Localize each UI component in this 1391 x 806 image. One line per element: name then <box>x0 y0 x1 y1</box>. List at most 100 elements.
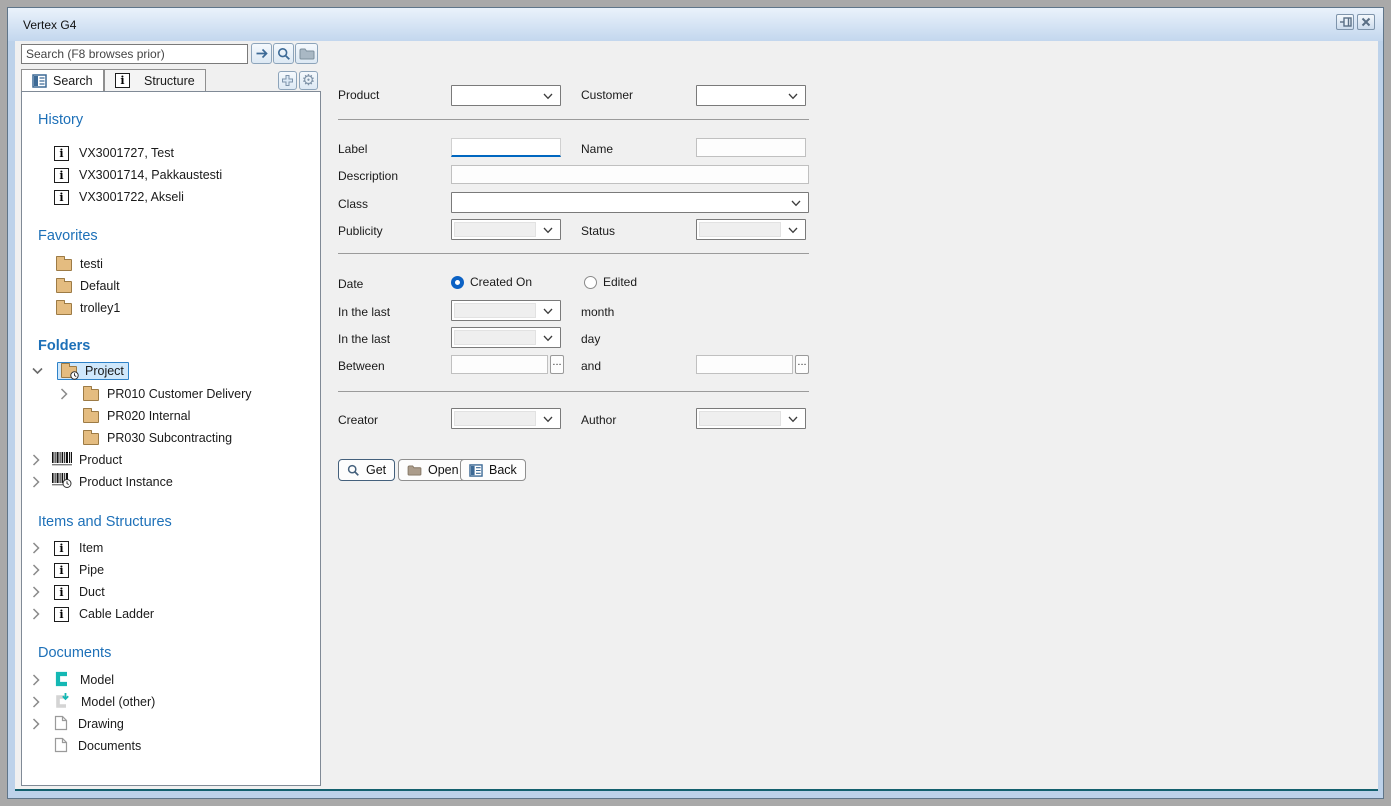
chevron-right-icon[interactable] <box>32 564 40 576</box>
tab-structure[interactable]: i Structure <box>104 69 206 92</box>
chevron-right-icon[interactable] <box>60 388 68 400</box>
folder-icon <box>56 303 72 315</box>
info-icon: i <box>54 190 69 205</box>
info-icon: i <box>54 585 69 600</box>
tree-item-duct[interactable]: iDuct <box>32 582 105 602</box>
chevron-right-icon[interactable] <box>32 718 40 730</box>
tree-item-drawing[interactable]: Drawing <box>32 714 124 734</box>
search-button[interactable] <box>273 43 294 64</box>
history-item[interactable]: iVX3001722, Akseli <box>54 187 184 207</box>
created-on-radio[interactable] <box>451 276 464 289</box>
pin-icon <box>1339 16 1352 28</box>
and-label: and <box>581 359 601 373</box>
month-label: month <box>581 305 614 319</box>
tree-item-pr030[interactable]: PR030 Subcontracting <box>83 428 232 448</box>
created-on-label: Created On <box>470 275 532 289</box>
combo-chevron-icon <box>543 308 553 315</box>
selected-item-highlight: Project <box>57 362 129 380</box>
label-input[interactable] <box>451 138 561 157</box>
class-label: Class <box>338 197 368 211</box>
separator <box>338 119 809 120</box>
info-icon: i <box>54 146 69 161</box>
author-combo[interactable] <box>696 408 806 429</box>
combo-field <box>454 222 536 237</box>
class-combo[interactable] <box>451 192 809 213</box>
section-header-documents: Documents <box>38 645 111 661</box>
favorite-item[interactable]: trolley1 <box>56 298 120 318</box>
model-other-icon <box>54 692 71 712</box>
chevron-right-icon[interactable] <box>32 586 40 598</box>
settings-button[interactable]: ⚙ <box>299 71 318 90</box>
description-input[interactable] <box>451 165 809 184</box>
vertex-window: Vertex G4 Search i Structure <box>7 7 1384 799</box>
tree-item-pr010[interactable]: PR010 Customer Delivery <box>60 384 252 404</box>
history-item[interactable]: iVX3001714, Pakkaustesti <box>54 165 222 185</box>
name-input[interactable] <box>696 138 806 157</box>
pin-button[interactable] <box>1336 14 1354 30</box>
name-label: Name <box>581 142 613 156</box>
between-from-input[interactable] <box>451 355 548 374</box>
chevron-right-icon[interactable] <box>32 696 40 708</box>
tree-item-model-other[interactable]: Model (other) <box>32 692 155 712</box>
favorite-item[interactable]: Default <box>56 276 120 296</box>
titlebar[interactable]: Vertex G4 <box>8 8 1383 41</box>
chevron-right-icon[interactable] <box>32 476 40 488</box>
info-icon: i <box>54 541 69 556</box>
tab-search[interactable]: Search <box>21 69 104 92</box>
combo-chevron-icon <box>543 416 553 423</box>
close-button[interactable] <box>1357 14 1375 30</box>
publicity-combo[interactable] <box>451 219 561 240</box>
chevron-down-icon[interactable] <box>32 367 43 375</box>
combo-chevron-icon <box>543 227 553 234</box>
tree-item-product-instance[interactable]: Product Instance <box>32 472 173 492</box>
barcode-clock-icon <box>52 473 72 491</box>
between-to-input[interactable] <box>696 355 793 374</box>
favorite-item[interactable]: testi <box>56 254 103 274</box>
between-label: Between <box>338 359 385 373</box>
back-button-label: Back <box>489 463 517 477</box>
status-label: Status <box>581 224 615 238</box>
search-icon <box>277 47 291 61</box>
folder-icon <box>407 465 422 476</box>
label-label: Label <box>338 142 367 156</box>
chevron-right-icon[interactable] <box>32 608 40 620</box>
open-folder-button[interactable] <box>295 43 318 64</box>
tree-item-item[interactable]: iItem <box>32 538 103 558</box>
between-to-picker-button[interactable]: ... <box>795 355 809 374</box>
get-button[interactable]: Get <box>338 459 395 481</box>
chevron-right-icon[interactable] <box>32 542 40 554</box>
edited-radio[interactable] <box>584 276 597 289</box>
tree-item-project[interactable]: Project <box>32 361 129 381</box>
add-tab-button[interactable] <box>278 71 297 90</box>
chevron-right-icon[interactable] <box>32 674 40 686</box>
back-button[interactable]: Back <box>460 459 526 481</box>
tree-item-model[interactable]: Model <box>32 670 114 690</box>
creator-label: Creator <box>338 413 378 427</box>
customer-label: Customer <box>581 88 633 102</box>
last-days-combo[interactable] <box>451 327 561 348</box>
in-the-last-month-label: In the last <box>338 305 390 319</box>
tree-item-documents[interactable]: Documents <box>54 736 141 756</box>
tree-item-pipe[interactable]: iPipe <box>32 560 104 580</box>
clock-overlay-icon <box>70 371 79 380</box>
last-months-combo[interactable] <box>451 300 561 321</box>
tree-item-cable-ladder[interactable]: iCable Ladder <box>32 604 154 624</box>
drawing-icon <box>54 715 68 734</box>
desktop: { "window": { "title": "Vertex G4" }, "t… <box>0 0 1391 806</box>
search-input[interactable] <box>21 44 248 64</box>
history-item[interactable]: iVX3001727, Test <box>54 143 174 163</box>
go-button[interactable] <box>251 43 272 64</box>
tree-item-product[interactable]: Product <box>32 450 122 470</box>
combo-field <box>454 330 536 345</box>
author-label: Author <box>581 413 616 427</box>
between-from-picker-button[interactable]: ... <box>550 355 564 374</box>
open-button[interactable]: Open <box>398 459 468 481</box>
status-combo[interactable] <box>696 219 806 240</box>
chevron-right-icon[interactable] <box>32 454 40 466</box>
open-button-label: Open <box>428 463 459 477</box>
customer-combo[interactable] <box>696 85 806 106</box>
product-combo[interactable] <box>451 85 561 106</box>
tree-item-pr020[interactable]: PR020 Internal <box>83 406 190 426</box>
creator-combo[interactable] <box>451 408 561 429</box>
get-button-label: Get <box>366 463 386 477</box>
